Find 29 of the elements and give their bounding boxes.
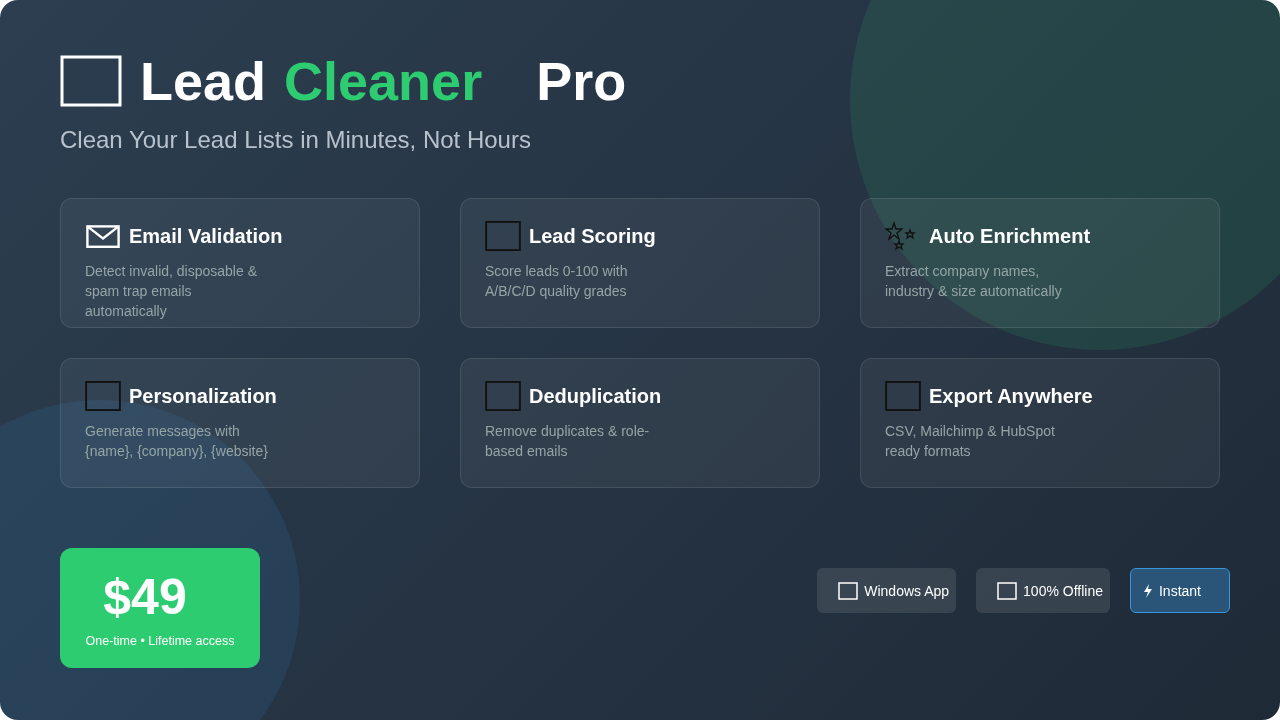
feature-title: Email Validation xyxy=(129,224,283,248)
feature-title: Deduplication xyxy=(529,384,662,408)
feature-description: Remove duplicates & role-based emails xyxy=(485,422,651,461)
placeholder-glyph-icon xyxy=(485,221,521,251)
app-title-word: Cleaner xyxy=(284,50,483,112)
feature-description: CSV, Mailchimp & HubSpot ready formats xyxy=(885,422,1056,461)
badge-label: Instant xyxy=(1158,582,1201,599)
feature-description: Score leads 0-100 with A/B/C/D quality grades xyxy=(485,262,629,301)
feature-title: Auto Enrichment xyxy=(929,224,1091,248)
price-amount: $49 xyxy=(103,568,187,626)
feature-title: Export Anywhere xyxy=(929,384,1093,408)
placeholder-glyph-icon xyxy=(85,381,121,411)
feature-description: Generate messages with {name}, {company}, {website} xyxy=(85,422,269,461)
feature-title: Lead Scoring xyxy=(529,224,656,248)
feature-title: Personalization xyxy=(129,384,277,408)
placeholder-glyph-icon xyxy=(60,55,122,107)
placeholder-glyph-icon xyxy=(997,581,1018,600)
placeholder-glyph-icon xyxy=(485,381,521,411)
badge-label: Windows App xyxy=(864,582,950,599)
placeholder-glyph-icon xyxy=(838,581,859,600)
badge-label: 100% Offline xyxy=(1023,582,1103,599)
app-title-word: Lead xyxy=(140,50,267,112)
tagline: Clean Your Lead Lists in Minutes, Not Hours xyxy=(60,126,532,154)
placeholder-glyph-icon xyxy=(885,381,921,411)
feature-description: Detect invalid, disposable & spam trap emails automatically xyxy=(85,262,258,321)
app-title-word: Pro xyxy=(536,50,627,112)
feature-description: Extract company names, industry & size automatically xyxy=(885,262,1063,301)
lightning-icon xyxy=(1142,583,1153,598)
price-note: One-time • Lifetime access xyxy=(85,634,235,648)
